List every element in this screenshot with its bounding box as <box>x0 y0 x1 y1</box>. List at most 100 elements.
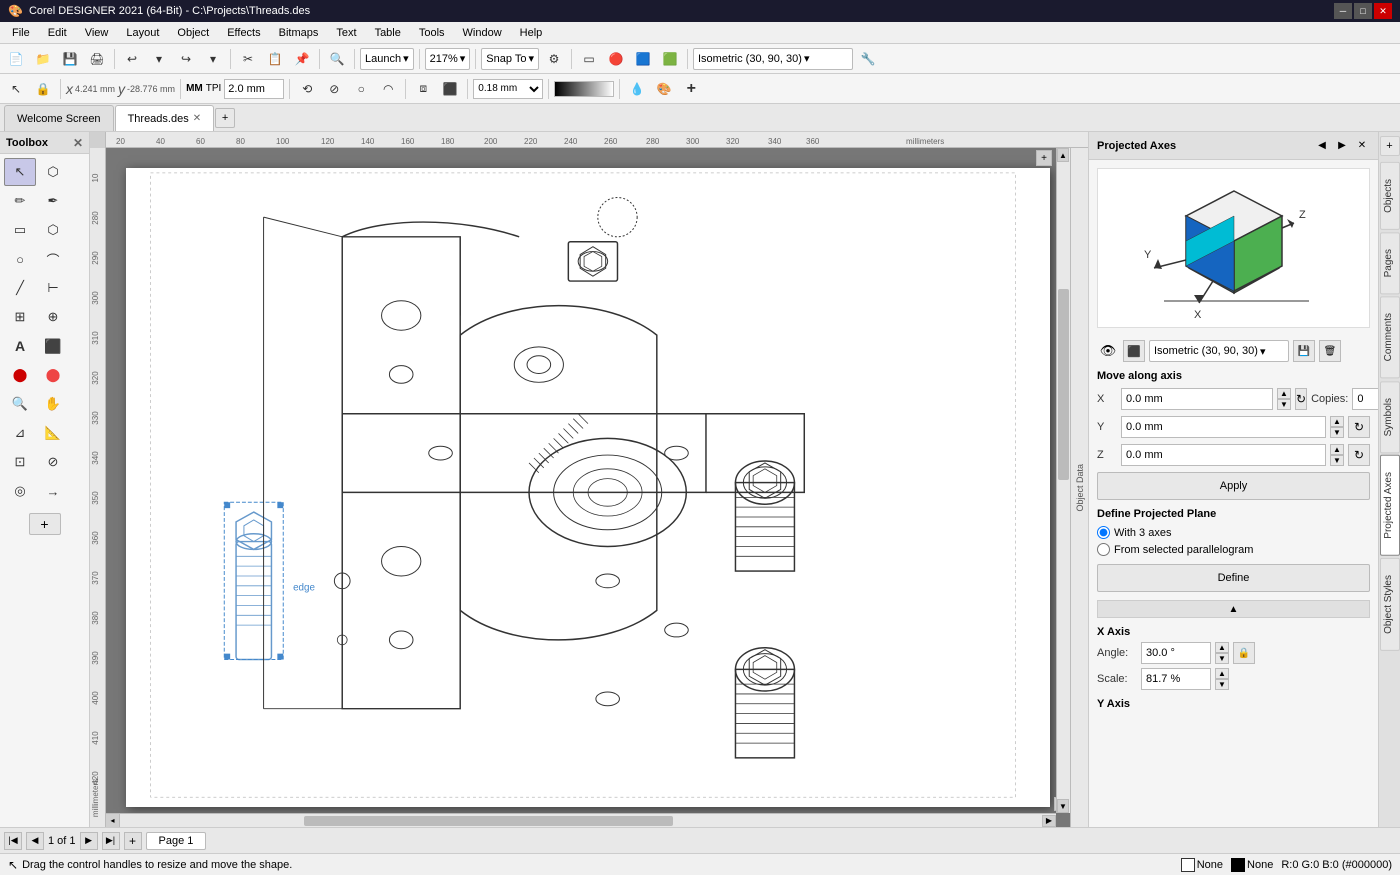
object-data-tab[interactable]: Object Data <box>1070 148 1088 827</box>
close-button[interactable]: ✕ <box>1374 3 1392 19</box>
scroll-down-btn[interactable]: ▼ <box>1057 799 1069 813</box>
panel-close-btn[interactable]: ✕ <box>1354 138 1370 154</box>
maximize-button[interactable]: □ <box>1354 3 1372 19</box>
tool-paint-blue[interactable]: ⬤ <box>37 361 69 389</box>
save-btn[interactable]: 💾 <box>58 47 82 71</box>
cut-btn[interactable]: ✂ <box>236 47 260 71</box>
print-btn[interactable]: 🖨 <box>85 47 109 71</box>
radio-parallelogram[interactable] <box>1097 543 1110 556</box>
tool-crop[interactable]: ⊡ <box>4 448 36 476</box>
tool-table[interactable]: ⊞ <box>4 303 36 331</box>
hscrollbar[interactable]: ◀ ▶ <box>106 813 1056 827</box>
tool-freehand[interactable]: ✏ <box>4 187 36 215</box>
fill-btn[interactable]: ⬛ <box>438 77 462 101</box>
far-tab-pages[interactable]: Pages <box>1380 232 1400 294</box>
view-btn1[interactable]: ▭ <box>577 47 601 71</box>
redo-btn[interactable]: ↪ <box>174 47 198 71</box>
save-preset-btn[interactable]: 💾 <box>1293 340 1315 362</box>
drawing-canvas[interactable]: edge <box>106 148 1070 827</box>
z-spin-down[interactable]: ▼ <box>1330 455 1344 466</box>
title-bar-controls[interactable]: ─ □ ✕ <box>1334 3 1392 19</box>
apply-button[interactable]: Apply <box>1097 472 1370 500</box>
tool-break[interactable]: ⊘ <box>37 448 69 476</box>
menu-text[interactable]: Text <box>328 25 364 41</box>
outline-color-swatch[interactable] <box>1231 858 1245 872</box>
transform-btn[interactable]: ⟲ <box>295 77 319 101</box>
x-angle-lock-btn[interactable]: 🔒 <box>1233 642 1255 664</box>
tab-close-threads[interactable]: ✕ <box>193 113 201 124</box>
first-page-btn[interactable]: |◀ <box>4 832 22 850</box>
copies-input[interactable] <box>1352 388 1378 410</box>
gradient-slider[interactable] <box>554 81 614 97</box>
add-page-btn[interactable]: + <box>124 832 142 850</box>
toolbox-add-btn[interactable]: + <box>4 513 85 535</box>
add-tool-btn[interactable]: + <box>679 77 703 101</box>
visibility-toggle-btn[interactable]: 👁 <box>1097 340 1119 362</box>
scroll-thumb-v[interactable] <box>1058 289 1069 480</box>
tool-line[interactable]: ╱ <box>4 274 36 302</box>
y-spin-down[interactable]: ▼ <box>1330 427 1344 438</box>
open-btn[interactable]: 📁 <box>31 47 55 71</box>
tool-spiral[interactable]: ◎ <box>4 477 36 505</box>
tool-ellipse[interactable]: ○ <box>4 245 36 273</box>
view-btn3[interactable]: 🟦 <box>631 47 655 71</box>
fill-color-swatch[interactable] <box>1181 858 1195 872</box>
x-refresh-btn[interactable]: ↻ <box>1295 388 1307 410</box>
far-tab-object-styles[interactable]: Object Styles <box>1380 558 1400 651</box>
menu-effects[interactable]: Effects <box>219 25 268 41</box>
projection-settings-btn[interactable]: 🔧 <box>856 47 880 71</box>
undo-drop-btn[interactable]: ▾ <box>147 47 171 71</box>
cube-icon-btn[interactable]: ⬛ <box>1123 340 1145 362</box>
colorstyle-btn[interactable]: 🎨 <box>652 77 676 101</box>
eyedrop-btn[interactable]: 💧 <box>625 77 649 101</box>
y-spin-up[interactable]: ▲ <box>1330 416 1344 427</box>
tool-snap[interactable]: ⊿ <box>4 419 36 447</box>
x-angle-input[interactable] <box>1141 642 1211 664</box>
scroll-up-btn[interactable]: ▲ <box>1057 148 1069 162</box>
panel-prev-btn[interactable]: ◀ <box>1314 138 1330 154</box>
tool-pan[interactable]: ✋ <box>37 390 69 418</box>
new-btn[interactable]: 📄 <box>4 47 28 71</box>
tab-welcome-screen[interactable]: Welcome Screen <box>4 105 114 131</box>
vscrollbar[interactable]: ▲ ▼ <box>1056 148 1070 813</box>
x-angle-up[interactable]: ▲ <box>1215 642 1229 653</box>
minimize-button[interactable]: ─ <box>1334 3 1352 19</box>
x-scale-input[interactable] <box>1141 668 1211 690</box>
menu-bitmaps[interactable]: Bitmaps <box>271 25 327 41</box>
object-data-label[interactable]: Object Data <box>1073 460 1087 516</box>
tool-freeform[interactable]: ⌒ <box>37 245 69 273</box>
menu-help[interactable]: Help <box>512 25 551 41</box>
tool-zoom[interactable]: 🔍 <box>4 390 36 418</box>
search-btn[interactable]: 🔍 <box>325 47 349 71</box>
z-refresh-btn[interactable]: ↻ <box>1348 444 1370 466</box>
tool-arrow[interactable]: → <box>37 477 69 505</box>
far-tab-objects[interactable]: Objects <box>1380 162 1400 230</box>
far-tab-symbols[interactable]: Symbols <box>1380 381 1400 453</box>
far-tab-projected-axes[interactable]: Projected Axes <box>1380 455 1400 556</box>
paste-btn[interactable]: 📌 <box>290 47 314 71</box>
tool-dimline[interactable]: ⊢ <box>37 274 69 302</box>
tab-expand-btn[interactable]: + <box>1380 136 1400 156</box>
panel-next-btn[interactable]: ▶ <box>1334 138 1350 154</box>
tool-polygon[interactable]: ⬡ <box>37 216 69 244</box>
preset-dropdown[interactable]: Isometric (30, 90, 30) ▾ <box>1149 340 1289 362</box>
ellipse-tool-btn[interactable]: ○ <box>349 77 373 101</box>
scroll-top-btn[interactable]: + <box>1036 150 1052 166</box>
page-tab-1[interactable]: Page 1 <box>146 832 207 850</box>
copy-btn[interactable]: 📋 <box>263 47 287 71</box>
z-spin-up[interactable]: ▲ <box>1330 444 1344 455</box>
tool-measure[interactable]: 📐 <box>37 419 69 447</box>
z-axis-input[interactable] <box>1121 444 1326 466</box>
x-scale-up[interactable]: ▲ <box>1215 668 1229 679</box>
projection-dropdown[interactable]: Isometric (30, 90, 30) ▾ <box>693 48 853 70</box>
collapse-btn[interactable]: ▲ <box>1097 600 1370 618</box>
lock-btn[interactable]: 🔒 <box>31 77 55 101</box>
line-width-select[interactable]: 0.18 mm 0.25 mm 0.5 mm <box>473 79 543 99</box>
x-axis-input[interactable] <box>1121 388 1273 410</box>
prev-page-btn[interactable]: ◀ <box>26 832 44 850</box>
next-page-btn[interactable]: ▶ <box>80 832 98 850</box>
tab-threads-des[interactable]: Threads.des ✕ <box>115 105 215 131</box>
menu-file[interactable]: File <box>4 25 38 41</box>
tool-paint-red[interactable]: ⬤ <box>4 361 36 389</box>
y-axis-input[interactable] <box>1121 416 1326 438</box>
